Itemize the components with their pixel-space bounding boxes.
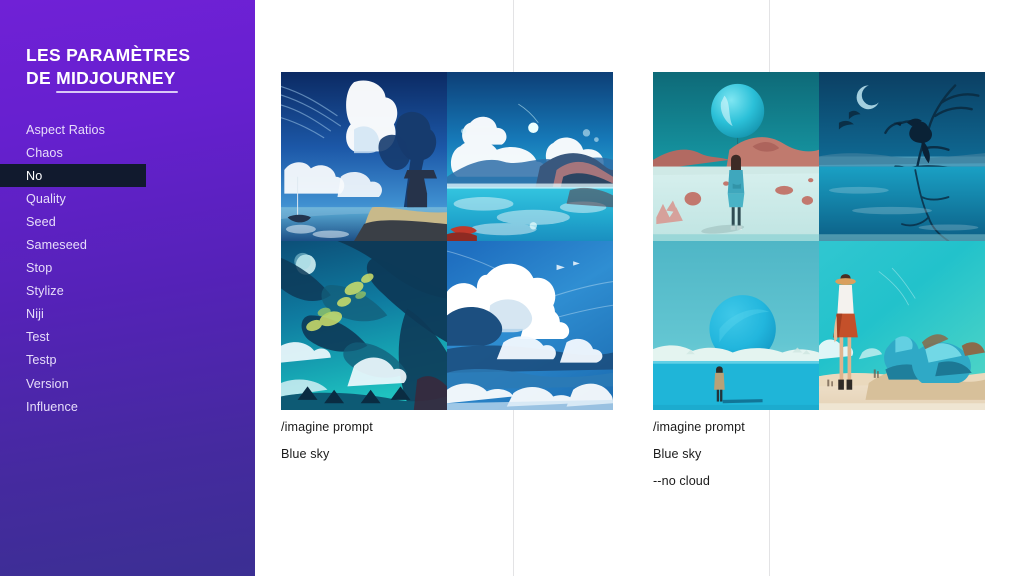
slide-root: LES PARAMÈTRES DE MIDJOURNEY Aspect Rati… (0, 0, 1024, 576)
grid-image-anime-cumulus-lake-sailboat[interactable] (281, 72, 447, 241)
sidebar-item-label: Version (26, 376, 69, 391)
sidebar-item-label: Aspect Ratios (26, 122, 105, 137)
sidebar-item-label: No (26, 168, 43, 183)
page-title: LES PARAMÈTRES DE MIDJOURNEY (26, 44, 241, 93)
sidebar-item-label: Quality (26, 191, 66, 206)
sidebar-item-niji[interactable]: Niji (0, 303, 255, 326)
sidebar-item-chaos[interactable]: Chaos (0, 141, 255, 164)
sidebar-item-no[interactable]: No (0, 164, 146, 188)
sidebar-item-stop[interactable]: Stop (0, 257, 255, 280)
sidebar-item-label: Influence (26, 399, 79, 414)
caption-left: /imagine prompt Blue sky (281, 414, 581, 468)
sidebar-item-aspect-ratios[interactable]: Aspect Ratios (0, 118, 255, 141)
caption-line: --no cloud (653, 474, 711, 488)
caption-line: Blue sky (653, 447, 702, 461)
sidebar-item-label: Stop (26, 261, 53, 276)
grid-image-blue-sky-cumulus-clouds[interactable] (447, 241, 613, 410)
sidebar-item-label: Stylize (26, 284, 64, 299)
sidebar-item-label: Testp (26, 353, 57, 368)
grid-image-moonlit-tree-canopy[interactable] (281, 241, 447, 410)
image-grid-left (281, 72, 613, 410)
sidebar-menu: Aspect Ratios Chaos No Quality Seed Same… (0, 118, 255, 418)
page-title-brand: MIDJOURNEY (56, 68, 178, 93)
sidebar-item-label: Sameseed (26, 238, 88, 253)
caption-line: /imagine prompt (281, 420, 373, 434)
sidebar-item-sameseed[interactable]: Sameseed (0, 233, 255, 256)
sidebar-item-testp[interactable]: Testp (0, 349, 255, 372)
sidebar-item-test[interactable]: Test (0, 326, 255, 349)
grid-image-turquoise-lake-mountains-moon[interactable] (447, 72, 613, 241)
sidebar-item-influence[interactable]: Influence (0, 395, 255, 418)
sidebar-item-label: Niji (26, 307, 44, 322)
page-title-line-1: LES PARAMÈTRES (26, 45, 191, 65)
sidebar-item-seed[interactable]: Seed (0, 210, 255, 233)
sidebar-item-version[interactable]: Version (0, 372, 255, 395)
grid-image-beach-woman-blue-shipwreck[interactable] (819, 241, 985, 410)
grid-image-bird-dead-tree-water-crescent[interactable] (819, 72, 985, 241)
grid-image-desert-woman-balloon-sphere[interactable] (653, 72, 819, 241)
page-title-line-2: DE MIDJOURNEY (26, 67, 241, 93)
caption-line: Blue sky (281, 447, 330, 461)
example-column-right: /imagine prompt Blue sky --no cloud (653, 0, 985, 576)
caption-right: /imagine prompt Blue sky --no cloud (653, 414, 953, 495)
sidebar: LES PARAMÈTRES DE MIDJOURNEY Aspect Rati… (0, 0, 255, 576)
example-column-left: /imagine prompt Blue sky (281, 0, 613, 576)
sidebar-item-stylize[interactable]: Stylize (0, 280, 255, 303)
sidebar-item-label: Seed (26, 214, 56, 229)
sidebar-item-quality[interactable]: Quality (0, 187, 255, 210)
grid-image-cyan-sphere-lone-figure[interactable] (653, 241, 819, 410)
image-grid-right (653, 72, 985, 410)
caption-line: /imagine prompt (653, 420, 745, 434)
sidebar-item-label: Chaos (26, 145, 63, 160)
sidebar-item-label: Test (26, 330, 50, 345)
page-title-line-2-prefix: DE (26, 68, 57, 88)
